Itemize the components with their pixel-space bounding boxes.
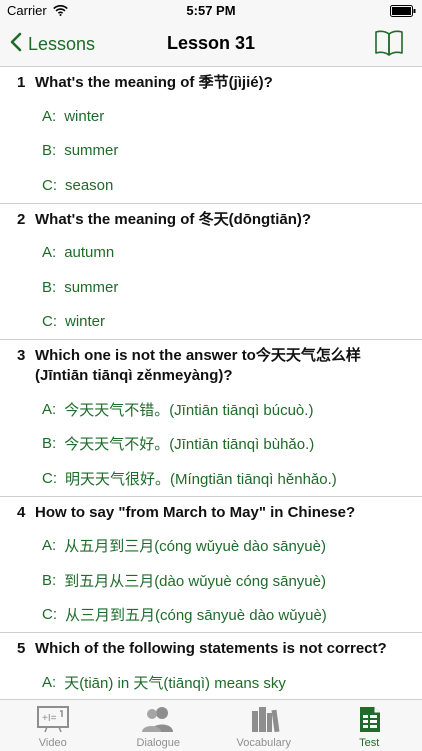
answer-option[interactable]: A: winter bbox=[0, 99, 422, 134]
question-item: 5 Which of the following statements is n… bbox=[0, 633, 422, 699]
question-text: 3 Which one is not the answer to今天天气怎么样(… bbox=[0, 340, 422, 392]
option-key: B: bbox=[42, 142, 56, 159]
test-document-icon bbox=[317, 705, 422, 733]
books-icon bbox=[211, 705, 317, 733]
option-text: 从五月到三月(cóng wǔyuè dào sānyuè) bbox=[64, 535, 326, 556]
question-list: 1 What's the meaning of 季节(jìjié)? A: win… bbox=[0, 67, 422, 699]
answer-option[interactable]: B: 到五月从三月(dào wǔyuè cóng sānyuè) bbox=[0, 563, 422, 598]
tab-label: Vocabulary bbox=[211, 737, 317, 749]
svg-text:+I=: +I= bbox=[42, 713, 57, 724]
tab-test[interactable]: Test bbox=[317, 700, 422, 751]
battery-icon bbox=[390, 5, 416, 20]
option-text: 今天天气不错。(Jīntiān tiānqì búcuò.) bbox=[64, 399, 313, 420]
tab-vocabulary[interactable]: Vocabulary bbox=[211, 700, 317, 751]
question-text: 4 How to say "from March to May" in Chin… bbox=[0, 497, 422, 529]
option-key: C: bbox=[42, 470, 57, 487]
question-number: 2 bbox=[17, 210, 35, 230]
question-text: 1 What's the meaning of 季节(jìjié)? bbox=[0, 67, 422, 99]
question-body: Which one is not the answer to今天天气怎么样(Jī… bbox=[35, 346, 408, 386]
people-icon bbox=[106, 705, 212, 733]
tab-label: Test bbox=[317, 737, 422, 749]
question-item: 3 Which one is not the answer to今天天气怎么样(… bbox=[0, 340, 422, 497]
question-body: What's the meaning of 季节(jìjié)? bbox=[35, 73, 408, 93]
option-text: summer bbox=[64, 279, 118, 296]
question-item: 1 What's the meaning of 季节(jìjié)? A: win… bbox=[0, 67, 422, 204]
answer-option[interactable]: A: 天(tiān) in 天气(tiānqì) means sky bbox=[0, 665, 422, 699]
question-item: 4 How to say "from March to May" in Chin… bbox=[0, 497, 422, 634]
question-number: 4 bbox=[17, 503, 35, 523]
option-text: 明天天气很好。(Míngtiān tiānqì hěnhǎo.) bbox=[65, 468, 337, 489]
tab-video[interactable]: +I= Video bbox=[0, 700, 106, 751]
option-key: A: bbox=[42, 108, 56, 125]
tab-label: Video bbox=[0, 737, 106, 749]
option-key: C: bbox=[42, 177, 57, 194]
option-text: winter bbox=[64, 108, 104, 125]
option-key: B: bbox=[42, 572, 56, 589]
question-text: 2 What's the meaning of 冬天(dōngtiān)? bbox=[0, 204, 422, 236]
option-key: A: bbox=[42, 244, 56, 261]
answer-option[interactable]: B: summer bbox=[0, 134, 422, 169]
option-key: A: bbox=[42, 401, 56, 418]
answer-option[interactable]: C: 从三月到五月(cóng sānyuè dào wǔyuè) bbox=[0, 598, 422, 633]
question-number: 1 bbox=[17, 73, 35, 93]
question-number: 5 bbox=[17, 639, 35, 659]
option-key: C: bbox=[42, 313, 57, 330]
option-text: 今天天气不好。(Jīntiān tiānqì bùhǎo.) bbox=[64, 433, 314, 454]
tab-bar: +I= Video Dialogue bbox=[0, 699, 422, 751]
option-text: 到五月从三月(dào wǔyuè cóng sānyuè) bbox=[64, 570, 326, 591]
answer-option[interactable]: C: winter bbox=[0, 305, 422, 340]
option-text: autumn bbox=[64, 244, 114, 261]
book-icon[interactable] bbox=[374, 29, 404, 62]
question-body: What's the meaning of 冬天(dōngtiān)? bbox=[35, 210, 408, 230]
status-time: 5:57 PM bbox=[0, 3, 422, 18]
question-number: 3 bbox=[17, 346, 35, 386]
video-icon: +I= bbox=[0, 705, 106, 733]
question-body: How to say "from March to May" in Chines… bbox=[35, 503, 408, 523]
option-key: B: bbox=[42, 435, 56, 452]
tab-label: Dialogue bbox=[106, 737, 212, 749]
option-text: 天(tiān) in 天气(tiānqì) means sky bbox=[64, 672, 286, 693]
answer-option[interactable]: A: 从五月到三月(cóng wǔyuè dào sānyuè) bbox=[0, 529, 422, 564]
answer-option[interactable]: A: 今天天气不错。(Jīntiān tiānqì búcuò.) bbox=[0, 392, 422, 427]
answer-option[interactable]: C: 明天天气很好。(Míngtiān tiānqì hěnhǎo.) bbox=[0, 461, 422, 496]
question-body: Which of the following statements is not… bbox=[35, 639, 408, 659]
answer-option[interactable]: C: season bbox=[0, 168, 422, 203]
option-text: season bbox=[65, 177, 113, 194]
page-title: Lesson 31 bbox=[0, 33, 422, 54]
navigation-bar: Lessons Lesson 31 bbox=[0, 22, 422, 67]
option-key: A: bbox=[42, 537, 56, 554]
answer-option[interactable]: B: 今天天气不好。(Jīntiān tiānqì bùhǎo.) bbox=[0, 427, 422, 462]
question-item: 2 What's the meaning of 冬天(dōngtiān)? A:… bbox=[0, 204, 422, 341]
option-key: C: bbox=[42, 606, 57, 623]
option-key: A: bbox=[42, 674, 56, 691]
option-text: 从三月到五月(cóng sānyuè dào wǔyuè) bbox=[65, 604, 327, 625]
option-key: B: bbox=[42, 279, 56, 296]
option-text: summer bbox=[64, 142, 118, 159]
answer-option[interactable]: B: summer bbox=[0, 270, 422, 305]
tab-dialogue[interactable]: Dialogue bbox=[106, 700, 212, 751]
status-bar: Carrier 5:57 PM bbox=[0, 0, 422, 22]
answer-option[interactable]: A: autumn bbox=[0, 236, 422, 271]
question-text: 5 Which of the following statements is n… bbox=[0, 633, 422, 665]
option-text: winter bbox=[65, 313, 105, 330]
